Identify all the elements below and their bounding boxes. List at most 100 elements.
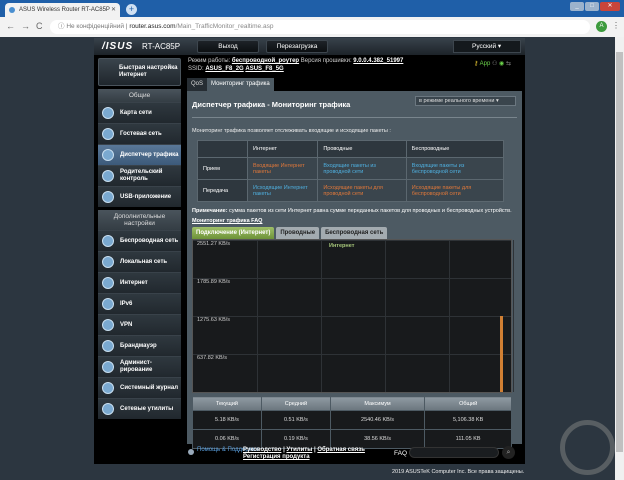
close-tab-icon[interactable]: ✕ xyxy=(111,3,116,17)
header-cell: Интернет xyxy=(246,140,319,158)
new-tab-button[interactable]: + xyxy=(126,4,137,15)
network-map-icon xyxy=(102,107,114,119)
fw-link[interactable]: 9.0.0.4.382_51997 xyxy=(353,58,403,64)
ssid-label: SSID: xyxy=(188,66,204,72)
traffic-bar xyxy=(500,316,503,392)
scrollbar[interactable] xyxy=(615,37,624,480)
profile-avatar[interactable]: A xyxy=(596,21,607,32)
stats-table: Текущий Средний Максимум Общий 5.18 KB/s 0.5… xyxy=(192,396,512,449)
sidebar-item-network-tools[interactable]: Сетевые утилиты xyxy=(98,398,181,419)
legend-cell: Входящие пакеты из проводной сети xyxy=(317,157,407,180)
graph-tab-wired[interactable]: Проводные xyxy=(276,227,320,239)
legend-cell: Исходящие Интернет пакеты xyxy=(246,179,319,202)
app-link[interactable]: App xyxy=(480,61,491,67)
key-icon[interactable]: ⚷ xyxy=(474,61,478,67)
watermark-logo xyxy=(560,420,615,475)
language-select[interactable]: Русский ▾ xyxy=(453,40,521,53)
sidebar-item-firewall[interactable]: Брандмауэр xyxy=(98,335,181,356)
legend-cell: Входящие пакеты из беспроводной сети xyxy=(405,157,505,180)
logout-button[interactable]: Выход xyxy=(197,40,259,53)
gauge-icon xyxy=(102,149,114,161)
graph-tabs: Подключение (Интернет) Проводные Беспров… xyxy=(192,227,517,239)
search-icon[interactable]: ⌕ xyxy=(502,446,515,459)
stats-header: Текущий xyxy=(192,396,262,411)
scrollbar-thumb[interactable] xyxy=(616,52,623,452)
sidebar-item-system-log[interactable]: Системный журнал xyxy=(98,377,181,398)
ssid-2g[interactable]: ASUS_F8_2G xyxy=(205,66,243,72)
close-window-button[interactable]: ✕ xyxy=(600,2,620,11)
manual-link[interactable]: Руководство xyxy=(243,447,281,453)
address-bar-row: ←→C ⓘ Не конфіденційний | router.asus.co… xyxy=(0,17,624,37)
sidebar-item-vpn[interactable]: VPN xyxy=(98,314,181,335)
maximize-button[interactable]: □ xyxy=(585,2,599,11)
item-label: Админист­рирование xyxy=(120,360,153,373)
quick-setup-button[interactable]: Быстрая настройка Интернет xyxy=(98,58,181,86)
sidebar-item-wireless[interactable]: Беспроводная сеть xyxy=(98,230,181,251)
graph-tab-internet[interactable]: Подключение (Интернет) xyxy=(192,227,275,239)
sidebar-item-parental-control[interactable]: Родительский контроль xyxy=(98,165,181,186)
minimize-button[interactable]: _ xyxy=(570,2,584,11)
help-icon xyxy=(188,449,194,455)
description: Мониторинг трафика позволяет отслеживать… xyxy=(192,128,391,134)
reboot-button[interactable]: Перезагрузка xyxy=(266,40,328,53)
item-label: Диспетчер трафика xyxy=(120,151,179,158)
header-cell xyxy=(197,140,248,158)
grid-line xyxy=(193,240,511,241)
graph-tab-wireless[interactable]: Беспроводная сеть xyxy=(321,227,388,239)
url-input[interactable]: ⓘ Не конфіденційний | router.asus.com/Ma… xyxy=(50,20,590,34)
utilities-link[interactable]: Утилиты xyxy=(286,447,312,453)
feedback-link[interactable]: Обратная связь xyxy=(317,447,365,453)
stats-cell: 5.18 KB/s xyxy=(192,410,262,430)
model-name: RT-AC85P xyxy=(142,42,181,51)
nav-buttons[interactable]: ←→C xyxy=(6,21,49,31)
grid-line xyxy=(193,316,511,317)
header-cell: Проводные xyxy=(317,140,407,158)
header: /ISUS RT-AC85P Выход Перезагрузка Русски… xyxy=(94,38,525,55)
grid-line xyxy=(193,354,511,355)
mode-select-value: в режиме реального времени xyxy=(419,98,495,104)
monitor-mode-select[interactable]: в режиме реального времени ▾ xyxy=(415,96,516,106)
advanced-menu: Дополнительные настройки Беспроводная се… xyxy=(98,210,181,419)
wireless-icon xyxy=(102,235,114,247)
tools-icon xyxy=(102,403,114,415)
internet-icon[interactable]: ◉ xyxy=(499,61,504,67)
tab-traffic-monitor[interactable]: Мониторинг трафика xyxy=(207,78,274,91)
stats-cell: 5,106.38 KB xyxy=(424,410,512,430)
sidebar-item-wan[interactable]: Интернет xyxy=(98,272,181,293)
usb-icon[interactable]: ⇆ xyxy=(506,61,511,67)
status-bar: Режим работы: беспроводной_роутер Версия… xyxy=(188,57,403,73)
router-panel: /ISUS RT-AC85P Выход Перезагрузка Русски… xyxy=(94,38,525,464)
sidebar-item-traffic-manager[interactable]: Диспетчер трафика xyxy=(98,144,181,165)
sidebar-item-lan[interactable]: Локальная сеть xyxy=(98,251,181,272)
url-host: router.asus.com xyxy=(129,23,176,30)
registration-link[interactable]: Регистрация продукта xyxy=(243,454,310,460)
note: Примечание: сумма пакетов из сети Интерн… xyxy=(192,208,517,214)
ipv6-icon xyxy=(102,298,114,310)
sidebar-item-network-map[interactable]: Карта сети xyxy=(98,102,181,123)
sidebar-item-ipv6[interactable]: IPv6 xyxy=(98,293,181,314)
ssid-5g[interactable]: ASUS_F8_5G xyxy=(245,66,283,72)
item-label: Локальная сеть xyxy=(120,258,168,265)
menu-icon[interactable]: ⋮ xyxy=(612,21,620,30)
log-icon xyxy=(102,382,114,394)
item-label: VPN xyxy=(120,321,133,328)
item-label: USB-приложение xyxy=(120,193,172,200)
chart-title: Интернет xyxy=(329,243,355,249)
globe-icon xyxy=(102,277,114,289)
sidebar-item-guest-network[interactable]: Гостевая сеть xyxy=(98,123,181,144)
item-label: Родительский контроль xyxy=(120,169,163,182)
browser-tab[interactable]: ASUS Wireless Router RT-AC85P ✕ xyxy=(5,3,120,17)
grid-line xyxy=(193,278,511,279)
status-icons: ⚷ App ⚇ ◉ ⇆ xyxy=(474,60,511,67)
y-tick-label: 637.82 KB/s xyxy=(197,355,227,361)
stats-header: Максимум xyxy=(329,396,426,411)
sidebar-item-administration[interactable]: Админист­рирование xyxy=(98,356,181,377)
clients-icon[interactable]: ⚇ xyxy=(492,61,497,67)
sidebar-item-usb-app[interactable]: USB-приложение xyxy=(98,186,181,207)
faq-link[interactable]: Мониторинг трафика FAQ xyxy=(192,218,517,224)
mode-link[interactable]: беспроводной_роутер xyxy=(232,58,299,64)
general-menu: Общие Карта сети Гостевая сеть Диспетчер… xyxy=(98,89,181,207)
faq-search-input[interactable] xyxy=(409,447,499,458)
footer-links: Руководство | Утилиты | Обратная связь Ре… xyxy=(243,447,365,460)
tab-qos[interactable]: QoS xyxy=(187,78,208,91)
